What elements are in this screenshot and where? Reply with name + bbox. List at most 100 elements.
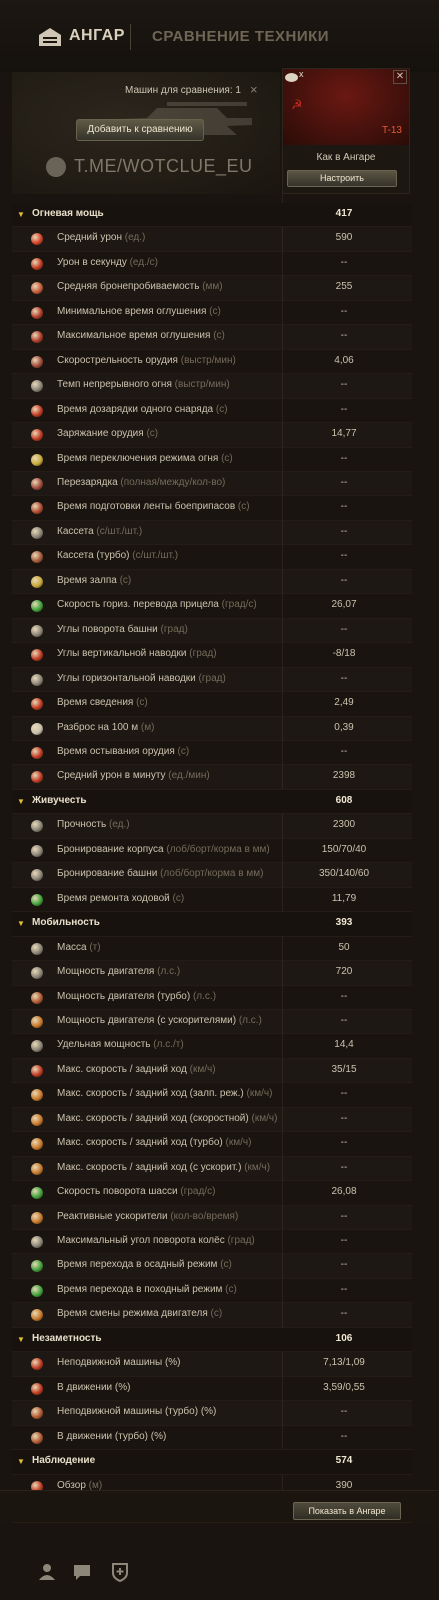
user-icon[interactable] [37,1562,57,1582]
chevron-down-icon[interactable]: ▼ [17,797,25,806]
stat-value: 50 [338,941,350,953]
stat-label-text: Углы поворота башни [57,623,158,635]
section-header[interactable]: ▼ Живучесть 608 [12,789,412,815]
chat-icon[interactable] [72,1562,92,1582]
stat-row: Мощность двигателя (турбо) (л.с.) -- [12,986,412,1010]
chevron-down-icon[interactable]: ▼ [17,1457,25,1466]
remove-tank-close-icon[interactable]: ✕ [393,70,407,84]
stat-row: Заряжание орудия (с) 14,77 [12,423,412,448]
stat-label-text: Перезарядка [57,476,118,488]
stat-value: -- [340,672,348,684]
stat-unit: (с) [222,1283,237,1295]
stat-row: Время сведения (с) 2,49 [12,692,412,717]
stat-label-text: Кассета (турбо) [57,550,130,562]
stat-unit: (ед./с) [126,256,158,268]
stat-row: Время переключения режима огня (с) -- [12,448,412,472]
tank-x-mark: x [299,69,304,79]
stat-unit: (л.с.) [236,1014,262,1026]
stat-value: -- [340,1259,348,1271]
clan-shield-icon[interactable] [110,1562,130,1582]
hit-points-icon [30,819,44,833]
stat-unit: (с) [116,574,132,586]
stat-label: Масса (т) [57,942,101,953]
chevron-down-icon[interactable]: ▼ [17,210,25,219]
horizontal-angles-icon [30,673,44,687]
stat-value: 26,07 [331,599,357,611]
section-score: 106 [335,1332,353,1344]
chevron-down-icon[interactable]: ▼ [17,919,25,928]
stat-value: 26,08 [331,1186,357,1198]
stat-value: -- [340,990,348,1002]
stat-label-text: Время ремонта ходовой [57,892,170,904]
section-score: 574 [335,1455,353,1467]
travel-mode-icon [30,1284,44,1298]
stat-label: Углы поворота башни (град) [57,624,188,635]
stat-label-text: Кассета [57,525,94,537]
stat-value: -- [340,574,348,586]
engine-boost-icon [30,1015,44,1029]
chevron-down-icon[interactable]: ▼ [17,1335,25,1344]
stat-row: Прочность (ед.) 2300 [12,814,412,839]
stat-label: Макс. скорость / задний ход (скоростной)… [57,1113,277,1124]
stat-row: Урон в секунду (ед./с) -- [12,252,412,277]
stat-row: Неподвижной машины (турбо) (%) -- [12,1401,412,1426]
section-header[interactable]: ▼ Мобильность 393 [12,912,412,937]
stat-label-text: Мощность двигателя (с ускорителями) [57,1014,237,1026]
stat-label: Удельная мощность (л.с./т) [57,1039,184,1050]
stat-unit: (с/шт./шт.) [129,550,179,562]
close-icon[interactable]: × [250,82,258,97]
gun-loading-icon [30,428,44,442]
stat-unit: (лоб/борт/корма в мм) [163,843,270,855]
stat-value: -- [340,1014,348,1026]
stat-label-text: Макс. скорость / задний ход (турбо) [57,1137,223,1149]
stat-unit: (град/с) [177,1186,216,1198]
stat-label-text: Время залпа [57,574,117,586]
stat-unit: (град/с) [218,599,257,611]
stat-label: Время перехода в походный режим (с) [57,1284,237,1295]
dispersion-icon [30,722,44,736]
stat-label-text: Время перехода в походный режим [57,1283,223,1295]
stat-row: Время подготовки ленты боеприпасов (с) -- [12,496,412,521]
stat-value: -8/18 [332,648,356,660]
hangar-tab[interactable]: АНГАР [69,27,125,45]
stat-unit: (км/ч) [186,1063,216,1075]
stat-label: Макс. скорость / задний ход (с ускорит.)… [57,1162,270,1173]
stat-row: Неподвижной машины (%) 7,13/1,09 [12,1352,412,1377]
section-header[interactable]: ▼ Огневая мощь 417 [12,203,412,228]
speed-boost-icon [30,1162,44,1176]
stat-row: Скорость гориз. перевода прицела (град/с… [12,594,412,619]
stat-label: Время ремонта ходовой (с) [57,893,184,904]
stat-value: 590 [335,232,353,244]
show-in-hangar-button[interactable]: Показать в Ангаре [293,1502,401,1520]
section-header[interactable]: ▼ Незаметность 106 [12,1327,412,1353]
stat-label-text: Макс. скорость / задний ход [57,1063,187,1075]
section-header[interactable]: ▼ Наблюдение 574 [12,1450,412,1475]
stat-value: 7,13/1,09 [323,1357,365,1369]
tank-name: T-13 [381,125,402,136]
stat-unit: (км/ч) [243,1088,273,1100]
stat-label-text: Минимальное время оглушения [57,305,207,317]
stat-label: Кассета (турбо) (с/шт./шт.) [57,550,178,561]
stat-label: Бронирование башни (лоб/борт/корма в мм) [57,868,263,879]
compare-count: Машин для сравнения: 1 [125,85,241,96]
add-to-compare-button[interactable]: Добавить к сравнению [76,119,204,141]
engine-mode-icon [30,1308,44,1322]
stat-label: Время переключения режима огня (с) [57,453,233,464]
stat-label-text: Заряжание орудия [57,428,144,440]
stat-label-text: Максимальное время оглушения [57,330,211,342]
stat-label-text: Время дозарядки одного снаряда [57,403,214,415]
salvo-icon [30,575,44,589]
ussr-nation-icon: ☭ [291,97,303,112]
stat-label: Разброс на 100 м (м) [57,722,154,733]
stat-unit: (л.с./т) [150,1039,184,1051]
stat-value: -- [340,305,348,317]
stat-label-text: Мощность двигателя [57,966,155,978]
stat-row: Время смены режима двигателя (с) -- [12,1303,412,1328]
stat-unit: (полная/между/кол-во) [117,476,226,488]
speed-turbo-icon [30,1137,44,1151]
setup-button[interactable]: Настроить [287,170,397,187]
hangar-icon[interactable] [38,27,62,47]
wheel-angle-icon [30,1235,44,1249]
stat-row: Мощность двигателя (л.с.) 720 [12,961,412,986]
stat-unit: (с) [169,892,185,904]
